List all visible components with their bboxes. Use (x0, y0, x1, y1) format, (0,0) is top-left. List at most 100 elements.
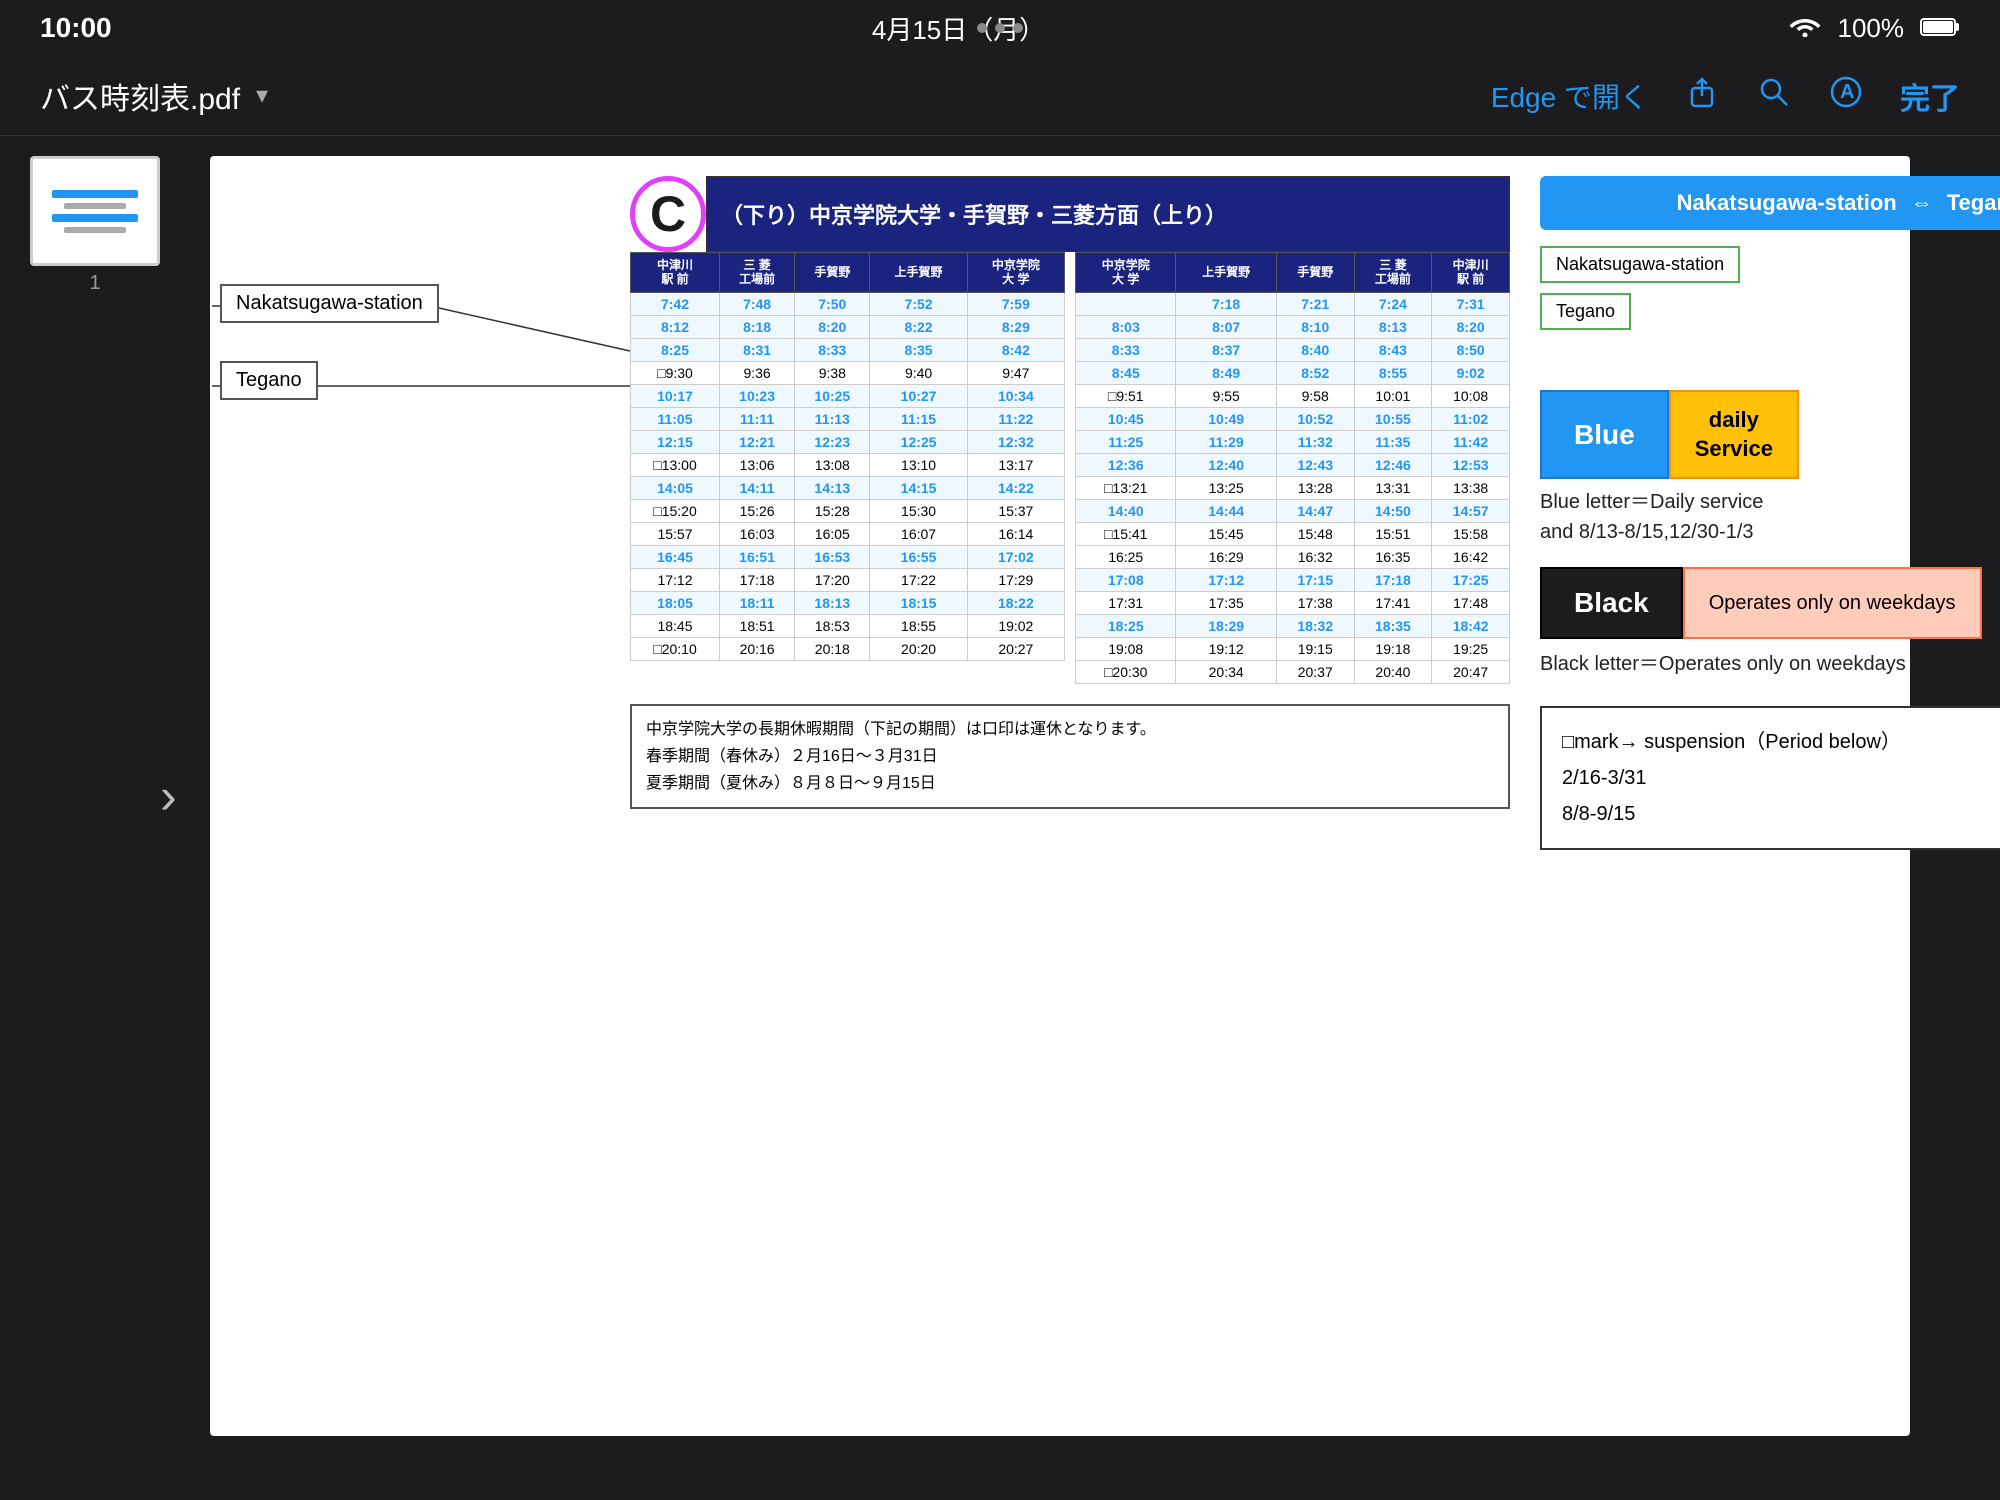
table-row: 18:11 (719, 591, 794, 614)
table-row: 13:08 (795, 453, 870, 476)
table-row: 9:40 (870, 361, 967, 384)
table-row: 19:08 (1076, 637, 1176, 660)
battery-label: 100% (1837, 13, 1904, 44)
table-row: □9:51 (1076, 384, 1176, 407)
table-row: 17:25 (1432, 568, 1510, 591)
table-row: 17:12 (1176, 568, 1276, 591)
table-row: 16:03 (719, 522, 794, 545)
table-row: 12:23 (795, 430, 870, 453)
open-in-edge-button[interactable]: Edge で開く (1491, 76, 1648, 116)
table-row (1076, 292, 1176, 315)
table-row: 13:06 (719, 453, 794, 476)
table-row: 17:35 (1176, 591, 1276, 614)
table-row: 18:13 (795, 591, 870, 614)
table-row: 20:20 (870, 637, 967, 660)
right-table: 中京学院大 学 上手賀野 手賀野 三 菱工場前 中津川駅 前 7:187:217… (1075, 252, 1510, 684)
table-row: 18:42 (1432, 614, 1510, 637)
table-row: 15:48 (1276, 522, 1354, 545)
col-header-r-kamitegano: 上手賀野 (1176, 253, 1276, 293)
table-row: 18:29 (1176, 614, 1276, 637)
table-row: 12:25 (870, 430, 967, 453)
toolbar-right: Edge で開く A 完了 (1491, 74, 1960, 118)
status-bar: 10:00 4月15日（月） 100% (0, 0, 2000, 56)
table-row: 8:20 (795, 315, 870, 338)
schedule-wrapper: 中津川駅 前 三 菱工場前 手賀野 上手賀野 中京学院大 学 7:427:487… (630, 252, 1510, 684)
bottom-note-line3: 夏季期間（夏休み）８月８日〜９月15日 (646, 770, 1494, 797)
bottom-note-line1: 中京学院大学の長期休暇期間（下記の期間）は口印は運休となります。 (646, 716, 1494, 743)
search-icon[interactable] (1756, 74, 1792, 117)
table-row: 11:22 (967, 407, 1064, 430)
table-row: 8:25 (631, 338, 720, 361)
table-row: 11:02 (1432, 407, 1510, 430)
table-row: 18:22 (967, 591, 1064, 614)
table-row: 10:01 (1354, 384, 1432, 407)
table-row: 8:42 (967, 338, 1064, 361)
table-row: 9:02 (1432, 361, 1510, 384)
table-row: 16:53 (795, 545, 870, 568)
schedule-area: C （下り）中京学院大学・手賀野・三菱方面（上り） 中津川駅 前 三 菱工場前 … (630, 176, 1510, 809)
black-legend-row: Black Operates only on weekdays (1540, 567, 2000, 639)
table-row: 12:46 (1354, 453, 1432, 476)
table-row: 17:38 (1276, 591, 1354, 614)
table-row: 20:47 (1432, 660, 1510, 683)
table-row: 8:13 (1354, 315, 1432, 338)
table-row: 20:18 (795, 637, 870, 660)
col-header-mitsubishi: 三 菱工場前 (719, 253, 794, 293)
table-row: 12:40 (1176, 453, 1276, 476)
table-row: 9:36 (719, 361, 794, 384)
weekdays-color-box: Operates only on weekdays (1683, 567, 1982, 639)
table-row: 15:28 (795, 499, 870, 522)
black-color-box: Black (1540, 567, 1683, 639)
table-row: 11:11 (719, 407, 794, 430)
prev-page-button[interactable]: › (160, 767, 177, 825)
annotation-icon[interactable]: A (1828, 74, 1864, 117)
table-row: 11:25 (1076, 430, 1176, 453)
toolbar: バス時刻表.pdf ▾ Edge で開く A 完了 (0, 56, 2000, 136)
table-row: 15:57 (631, 522, 720, 545)
table-row: 18:35 (1354, 614, 1432, 637)
table-row: 8:33 (795, 338, 870, 361)
col-header-nakatsu: 中津川駅 前 (631, 253, 720, 293)
table-row: 11:35 (1354, 430, 1432, 453)
table-row: 12:32 (967, 430, 1064, 453)
table-row: 7:50 (795, 292, 870, 315)
table-row: 13:17 (967, 453, 1064, 476)
table-row: 7:24 (1354, 292, 1432, 315)
table-row: 17:29 (967, 568, 1064, 591)
bottom-note: 中京学院大学の長期休暇期間（下記の期間）は口印は運休となります。 春季期間（春休… (630, 704, 1510, 810)
table-row: 20:34 (1176, 660, 1276, 683)
table-row: 19:25 (1432, 637, 1510, 660)
table-row: 16:45 (631, 545, 720, 568)
share-icon[interactable] (1684, 74, 1720, 117)
square-mark-text: □mark→ suspension（Period below）2/16-3/31… (1562, 731, 1901, 825)
table-row: 8:22 (870, 315, 967, 338)
black-legend-description: Black letter＝Operates only on weekdays (1540, 647, 2000, 676)
right-schedule-table: 中京学院大 学 上手賀野 手賀野 三 菱工場前 中津川駅 前 7:187:217… (1075, 252, 1510, 684)
table-row: 18:55 (870, 614, 967, 637)
table-row: 19:18 (1354, 637, 1432, 660)
table-row: 10:27 (870, 384, 967, 407)
route-legend-box: Nakatsugawa-station ⇔ Tegano (1540, 176, 2000, 230)
blue-legend-description: Blue letter＝Daily serviceand 8/13-8/15,1… (1540, 487, 2000, 547)
table-row: 8:43 (1354, 338, 1432, 361)
page-thumbnail[interactable]: 1 (30, 156, 160, 295)
done-button[interactable]: 完了 (1900, 74, 1960, 118)
col-header-r-chukyo: 中京学院大 学 (1076, 253, 1176, 293)
table-row: 10:49 (1176, 407, 1276, 430)
blue-color-box: Blue (1540, 390, 1669, 479)
chevron-down-icon[interactable]: ▾ (256, 81, 268, 110)
right-annotations: Nakatsugawa-station Tegano (1540, 246, 2000, 330)
table-row: 18:32 (1276, 614, 1354, 637)
table-row: 20:16 (719, 637, 794, 660)
table-row: 7:18 (1176, 292, 1276, 315)
table-row: 13:28 (1276, 476, 1354, 499)
annotation-tegano-left: Tegano (220, 361, 318, 400)
battery-icon (1920, 13, 1960, 44)
table-row: 19:02 (967, 614, 1064, 637)
table-row: 10:55 (1354, 407, 1432, 430)
table-row: 15:51 (1354, 522, 1432, 545)
table-row: 7:52 (870, 292, 967, 315)
table-row: 10:34 (967, 384, 1064, 407)
table-row: 20:37 (1276, 660, 1354, 683)
table-row: 8:52 (1276, 361, 1354, 384)
